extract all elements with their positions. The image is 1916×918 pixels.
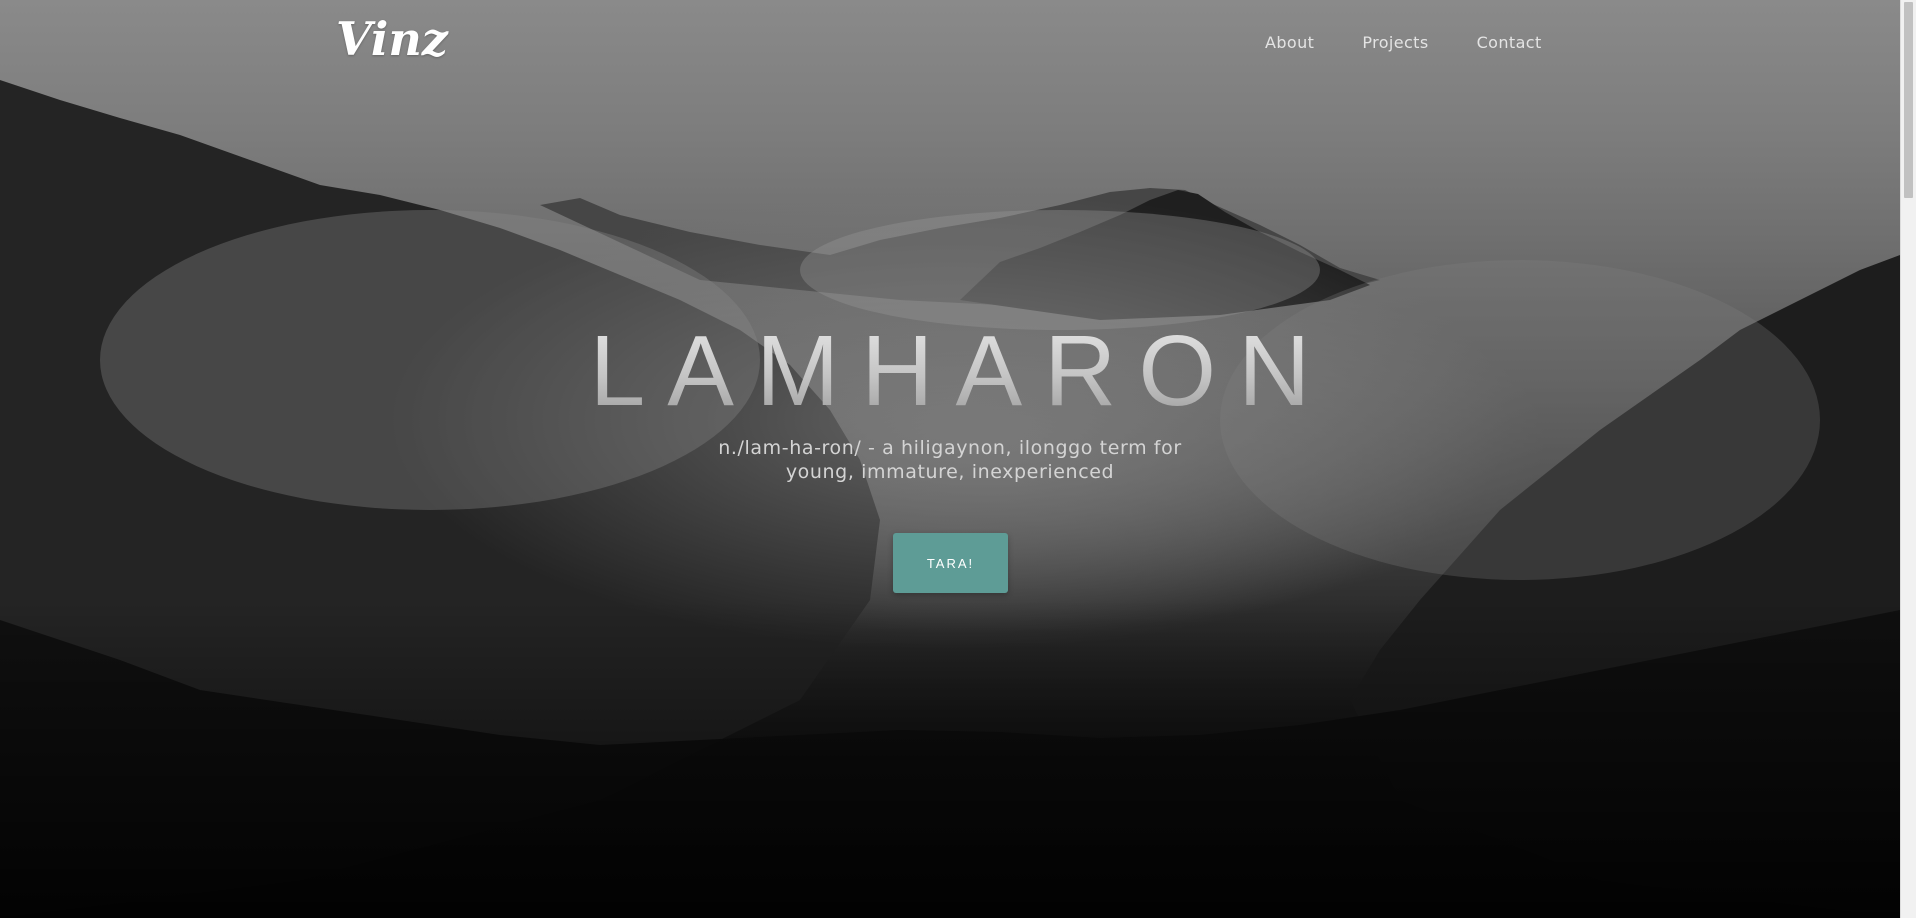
main-nav: About Projects Contact <box>1265 33 1542 52</box>
page-scrollbar[interactable] <box>1900 0 1916 918</box>
page-viewport: Vinz About Projects Contact LAMHARON n./… <box>0 0 1916 918</box>
nav-link-about[interactable]: About <box>1265 33 1314 52</box>
nav-link-contact[interactable]: Contact <box>1477 33 1542 52</box>
scrollbar-thumb[interactable] <box>1904 2 1913 198</box>
site-logo[interactable]: Vinz <box>336 12 448 66</box>
hero-subtitle-line-2: young, immature, inexperienced <box>785 461 1115 483</box>
hero-subtitle: n./lam-ha-ron/ - a hiligaynon, ilonggo t… <box>0 436 1900 484</box>
hero-title: LAMHARON <box>0 316 1900 426</box>
hero-subtitle-line-1: n./lam-ha-ron/ - a hiligaynon, ilonggo t… <box>718 437 1182 459</box>
nav-link-projects[interactable]: Projects <box>1362 33 1428 52</box>
tara-button[interactable]: TARA! <box>893 533 1008 593</box>
